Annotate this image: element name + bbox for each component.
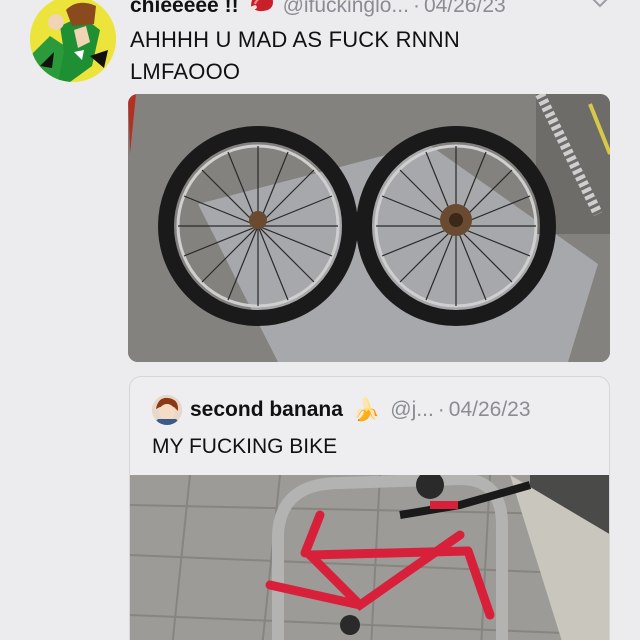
quote-handle[interactable]: @j... — [390, 398, 434, 422]
handle[interactable]: @ifuckinglo... — [283, 0, 409, 18]
right-wheel — [356, 126, 556, 326]
tweet-card: chieeeee !! @ifuckinglo... · 04/26/23 AH… — [0, 0, 640, 640]
quoted-tweet-card[interactable]: second banana 🍌 @j... · 04/26/23 MY FUCK… — [129, 376, 610, 640]
separator: · — [412, 0, 420, 17]
tweet-header: chieeeee !! @ifuckinglo... · 04/26/23 — [130, 0, 506, 22]
quote-header: second banana 🍌 @j... · 04/26/23 — [190, 395, 531, 425]
quote-timestamp[interactable]: 04/26/23 — [449, 398, 531, 422]
left-wheel — [158, 126, 358, 326]
avatar-character-icon — [30, 0, 116, 82]
quote-display-name[interactable]: second banana — [190, 398, 343, 422]
tweet-text-line: AHHHH U MAD AS FUCK RNNN — [130, 27, 460, 52]
red-bike-frame-photo-icon — [130, 475, 609, 640]
meat-emoji-icon — [248, 0, 275, 20]
banana-emoji-icon: 🍌 — [352, 397, 381, 422]
chevron-down-icon[interactable] — [590, 0, 610, 12]
display-name[interactable]: chieeeee !! — [130, 0, 239, 18]
timestamp[interactable]: 04/26/23 — [424, 0, 506, 18]
bike-wheels-photo-icon — [128, 94, 610, 362]
quote-avatar[interactable] — [152, 395, 182, 425]
tweet-media-photo[interactable] — [128, 94, 610, 362]
avatar[interactable] — [30, 0, 116, 82]
tweet-text: AHHHH U MAD AS FUCK RNNN LMFAOOO — [130, 24, 600, 88]
avatar-character-icon — [152, 395, 182, 425]
quote-media-photo[interactable] — [130, 475, 609, 640]
quote-text: MY FUCKING BIKE — [152, 435, 338, 458]
tweet-text-line: LMFAOOO — [130, 59, 241, 84]
separator: · — [437, 398, 445, 421]
